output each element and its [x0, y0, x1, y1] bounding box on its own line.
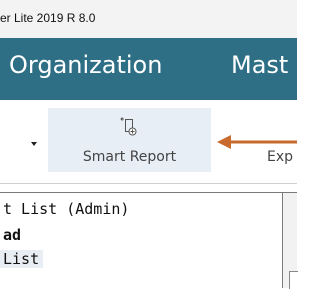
- dropdown-arrow-icon[interactable]: [31, 142, 37, 146]
- title-bar: er Lite 2019 R 8.0: [0, 0, 297, 38]
- smart-report-icon: [120, 117, 137, 136]
- tree-item-selected[interactable]: List: [0, 250, 43, 268]
- smart-report-button[interactable]: Smart Report: [48, 108, 211, 172]
- menu-item-master[interactable]: Mast: [231, 51, 288, 79]
- menu-item-organization[interactable]: Organization: [9, 51, 162, 79]
- export-button-label[interactable]: Exp: [267, 149, 293, 165]
- menu-bar: Organization Mast: [0, 38, 297, 100]
- right-panel: [283, 192, 298, 289]
- tree-panel: t List (Admin) ad List: [0, 192, 283, 288]
- window-title: er Lite 2019 R 8.0: [0, 11, 96, 25]
- smart-report-label: Smart Report: [82, 149, 177, 165]
- tree-item[interactable]: ad: [3, 226, 21, 244]
- tree-item[interactable]: t List (Admin): [3, 200, 129, 218]
- right-panel-box: [289, 271, 298, 289]
